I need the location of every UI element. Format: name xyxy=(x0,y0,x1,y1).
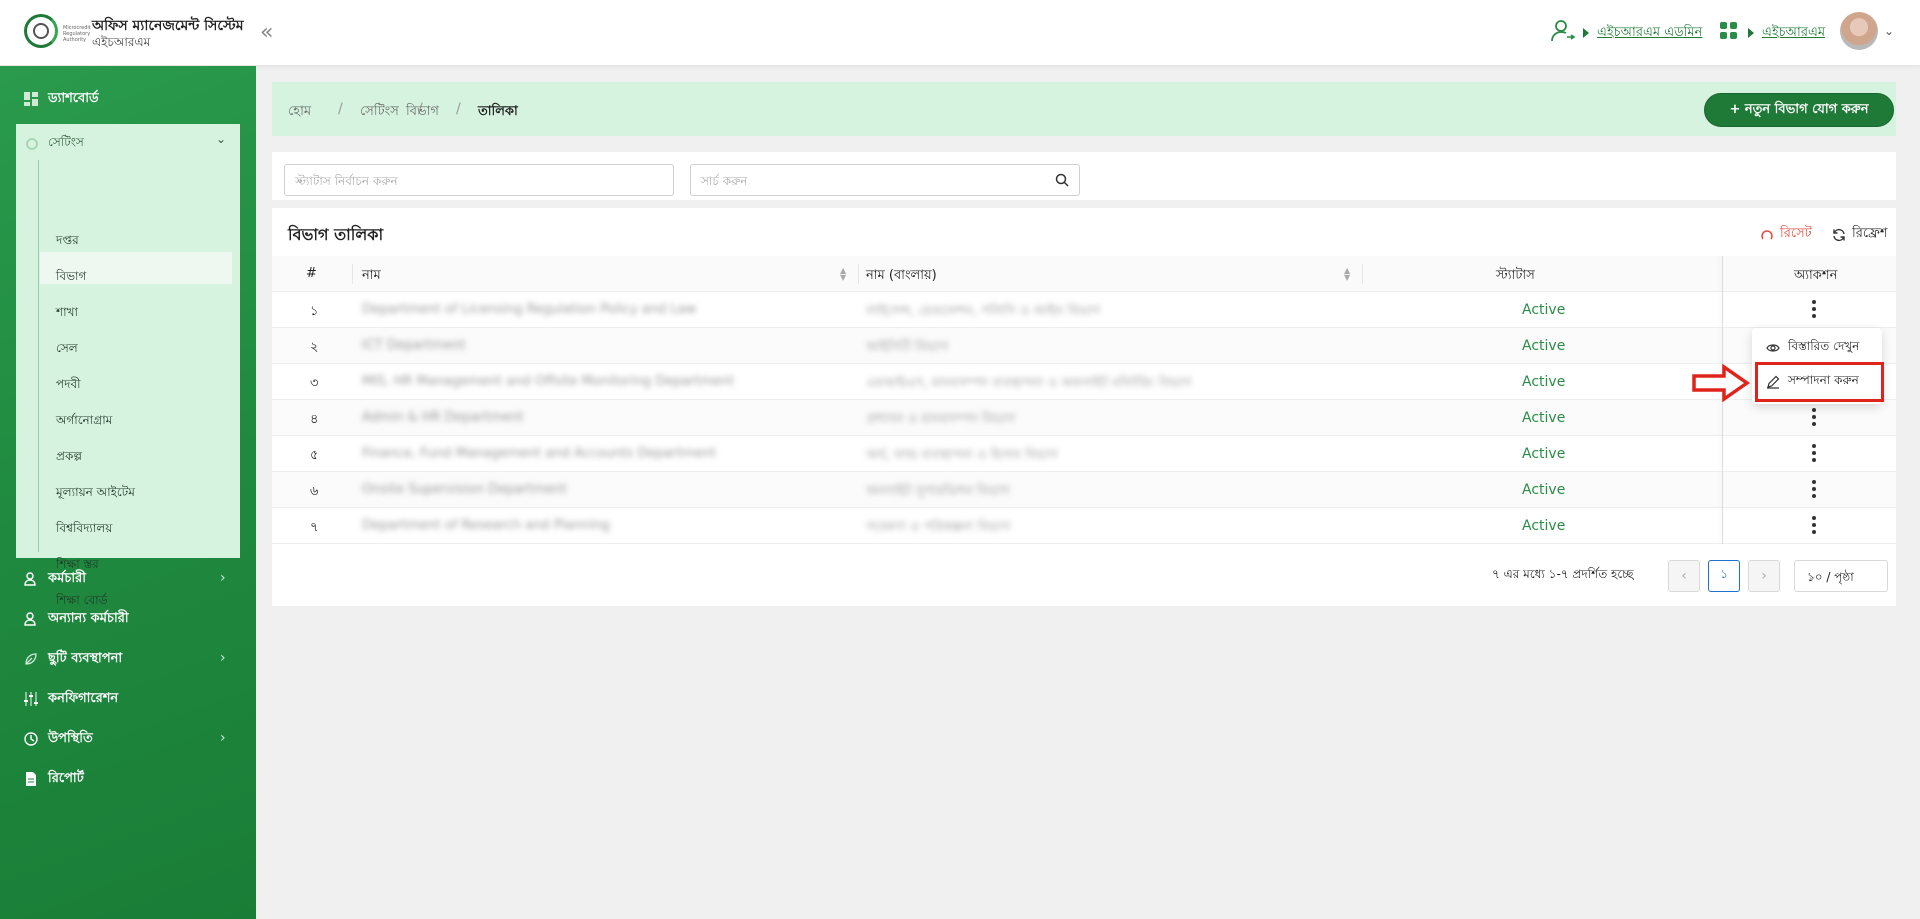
table-row: ২ ICT Department আইসিটি বিভাগ Active xyxy=(272,328,1896,364)
status-badge: Active xyxy=(1522,446,1566,462)
refresh-button[interactable]: রিফ্রেশ xyxy=(1832,224,1888,245)
search-icon[interactable] xyxy=(1055,173,1069,187)
sidebar-item-report[interactable]: রিপোর্ট xyxy=(24,768,84,790)
chevron-right-icon[interactable]: › xyxy=(220,650,226,666)
module-menu-link[interactable]: এইচআরএম xyxy=(1762,23,1825,44)
reset-button[interactable]: রিসেট xyxy=(1760,224,1812,245)
status-badge: Active xyxy=(1522,410,1566,426)
prev-page-button[interactable]: ‹ xyxy=(1668,560,1700,592)
caret-right-icon xyxy=(1748,28,1754,38)
table-row: ৫ Finance, Fund Management and Accounts … xyxy=(272,436,1896,472)
sidebar-item-university[interactable]: বিশ্ববিদ্যালয় xyxy=(56,520,112,540)
status-badge: Active xyxy=(1522,338,1566,354)
brand-logo-icon: Microcredit Regulatory Authority xyxy=(24,14,91,48)
table-title: বিভাগ তালিকা xyxy=(288,225,384,244)
sidebar-item-designation[interactable]: পদবী xyxy=(56,376,81,396)
avatar[interactable] xyxy=(1840,12,1878,50)
refresh-icon xyxy=(1833,228,1845,241)
sidebar-item-evaluation-item[interactable]: মূল্যায়ন আইটেম xyxy=(56,484,135,504)
page-button-current[interactable]: ১ xyxy=(1708,560,1740,592)
users-icon xyxy=(24,572,36,586)
sidebar-item-dashboard[interactable]: ড্যাশবোর্ড xyxy=(24,88,99,110)
sidebar-item-office[interactable]: দপ্তর xyxy=(56,232,79,252)
file-icon xyxy=(26,772,36,786)
sidebar: ড্যাশবোর্ড সেটিংস ⌄ দপ্তর বিভাগ শাখা সেল… xyxy=(0,66,256,919)
chevron-down-icon: ⌄ xyxy=(1807,569,1818,583)
breadcrumb-separator: / xyxy=(456,101,461,117)
breadcrumb-home[interactable]: হোম xyxy=(288,102,311,123)
breadcrumb-current: তালিকা xyxy=(478,104,518,119)
table-header: # নাম ▲ ▼ নাম (বাংলায়) ▲ ▼ স্ট্যাটাস অ্যা… xyxy=(272,256,1896,292)
more-vertical-icon[interactable] xyxy=(1812,300,1816,318)
search-input[interactable]: সার্চ করুন xyxy=(690,164,1080,196)
sidebar-item-branch[interactable]: শাখা xyxy=(56,304,78,324)
caret-right-icon xyxy=(1583,28,1589,38)
sidebar-item-leave-management[interactable]: ছুটি ব্যবস্থাপনা xyxy=(24,648,122,670)
sidebar-item-organogram[interactable]: অর্গানোগ্রাম xyxy=(56,412,112,432)
sidebar-item-employee[interactable]: কর্মচারী xyxy=(24,568,86,590)
main-panel: স্ট্যাটাস নির্বাচন করুন ⌄ সার্চ করুন বিভ… xyxy=(272,152,1896,606)
chevron-right-icon[interactable]: › xyxy=(220,730,226,746)
collapse-sidebar-icon[interactable]: « xyxy=(260,20,273,45)
status-select[interactable]: স্ট্যাটাস নির্বাচন করুন ⌄ xyxy=(284,164,674,196)
top-header: Microcredit Regulatory Authority অফিস ম্… xyxy=(0,0,1920,66)
more-vertical-icon[interactable] xyxy=(1812,480,1816,498)
settings-submenu: সেটিংস ⌄ দপ্তর বিভাগ শাখা সেল পদবী অর্গা… xyxy=(16,124,240,607)
user-menu-link[interactable]: এইচআরএম এডমিন xyxy=(1597,23,1702,44)
chevron-right-icon[interactable]: › xyxy=(220,570,226,586)
status-badge: Active xyxy=(1522,374,1566,390)
apps-grid-icon[interactable] xyxy=(1720,22,1738,40)
table-row: ৭ Department of Research and Planning গব… xyxy=(272,508,1896,544)
sidebar-item-configuration[interactable]: কনফিগারেশন xyxy=(24,688,118,710)
reset-icon xyxy=(1761,229,1773,239)
more-vertical-icon[interactable] xyxy=(1812,516,1816,534)
sidebar-item-other-employee[interactable]: অন্যান্য কর্মচারী xyxy=(24,608,129,630)
column-header-name-bangla[interactable]: নাম (বাংলায়) xyxy=(866,266,937,287)
sort-icon[interactable]: ▲ ▼ xyxy=(840,267,846,282)
filter-row: স্ট্যাটাস নির্বাচন করুন ⌄ সার্চ করুন xyxy=(272,152,1896,208)
pointer-arrow-icon xyxy=(1692,364,1750,402)
breadcrumb-division[interactable]: বিভাগ xyxy=(406,102,439,123)
breadcrumb-separator: / xyxy=(338,101,343,117)
edit-highlight-box xyxy=(1755,362,1884,402)
chevron-down-icon[interactable]: ⌄ xyxy=(216,132,226,146)
table-row: ৬ Onsite Supervision Department অনসাইট স… xyxy=(272,472,1896,508)
view-details-menu-item[interactable]: বিস্তারিত দেখুন xyxy=(1766,338,1859,358)
chevron-down-icon[interactable]: ⌄ xyxy=(1884,24,1894,38)
table-row: ১ Department of Licensing Regulation Pol… xyxy=(272,292,1896,328)
column-header-status: স্ট্যাটাস xyxy=(1496,268,1535,283)
column-header-action: অ্যাকশন xyxy=(1794,268,1838,283)
clock-icon xyxy=(24,732,38,746)
next-page-button[interactable]: › xyxy=(1748,560,1780,592)
more-vertical-icon[interactable] xyxy=(1812,408,1816,426)
pagination-summary: ৭ এর মধ্যে ১-৭ প্রদর্শিত হচ্ছে xyxy=(1492,567,1634,581)
sidebar-item-division[interactable]: বিভাগ xyxy=(56,268,86,288)
user-switch-icon[interactable] xyxy=(1550,18,1576,44)
sort-icon[interactable]: ▲ ▼ xyxy=(1344,267,1350,282)
page-size-select[interactable]: ১০ / পৃষ্ঠা ⌄ xyxy=(1794,560,1888,592)
table-row: ৩ MIS, HR Management and Offsite Monitor… xyxy=(272,364,1896,400)
app-subtitle: এইচআরএম xyxy=(92,35,151,49)
breadcrumb-settings[interactable]: সেটিংস xyxy=(360,102,399,123)
dashboard-icon xyxy=(24,92,38,106)
column-header-number: # xyxy=(306,266,317,281)
sidebar-item-project[interactable]: প্রকল্প xyxy=(56,448,82,468)
leaf-icon xyxy=(25,653,37,665)
table-row: ৪ Admin & HR Department প্রশাসন ও মানবসম… xyxy=(272,400,1896,436)
status-badge: Active xyxy=(1522,482,1566,498)
more-vertical-icon[interactable] xyxy=(1812,444,1816,462)
sidebar-item-cell[interactable]: সেল xyxy=(56,340,78,360)
users-icon xyxy=(24,612,36,626)
column-header-name[interactable]: নাম xyxy=(362,266,381,287)
eye-icon xyxy=(1766,344,1780,352)
submenu-line xyxy=(38,160,39,552)
add-division-button[interactable]: + নতুন বিভাগ যোগ করুন xyxy=(1704,93,1894,127)
sidebar-item-attendance[interactable]: উপস্থিতি xyxy=(24,728,93,750)
status-badge: Active xyxy=(1522,518,1566,534)
status-badge: Active xyxy=(1522,302,1566,318)
chevron-down-icon: ⌄ xyxy=(295,172,306,186)
sidebar-item-settings[interactable]: সেটিংস xyxy=(26,134,84,154)
gear-icon xyxy=(26,138,38,150)
sliders-icon xyxy=(24,692,38,706)
